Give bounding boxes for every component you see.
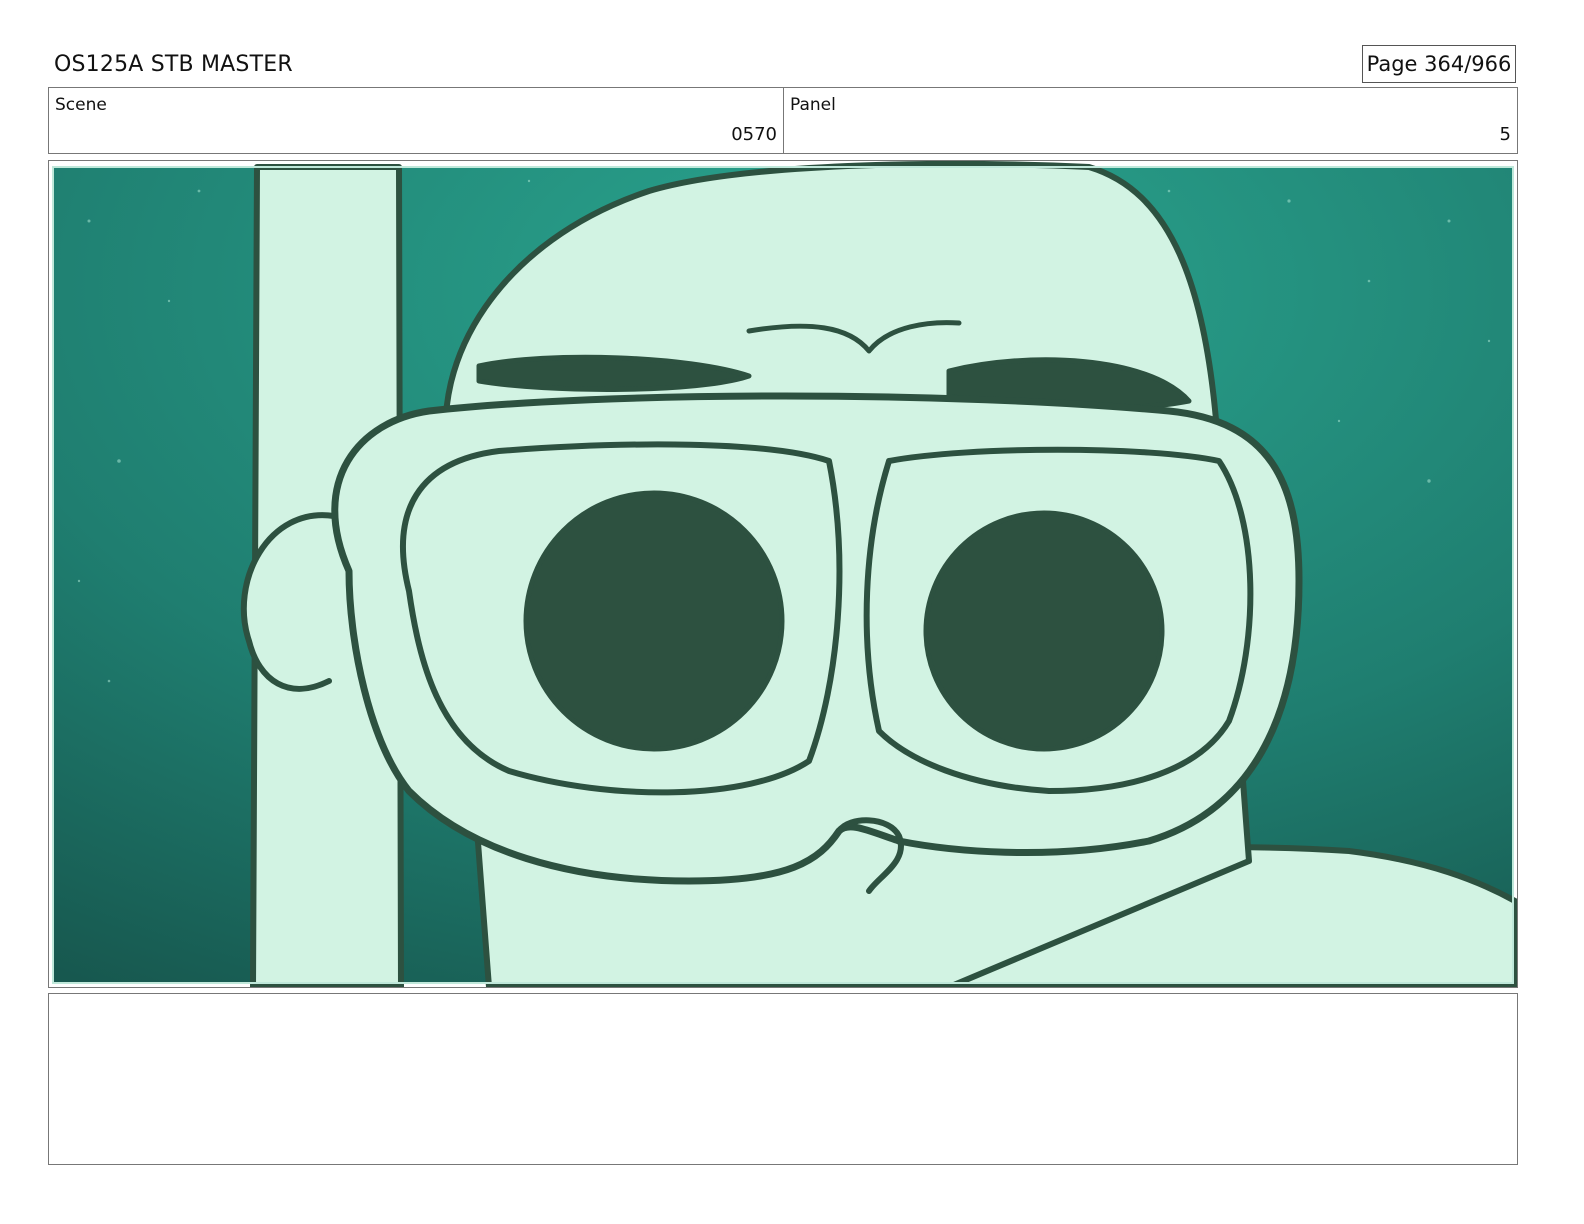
scene-cell: Scene 0570: [49, 88, 784, 153]
right-eye-icon: [923, 510, 1165, 752]
scene-label: Scene: [55, 95, 107, 115]
scene-number: 0570: [731, 124, 777, 145]
panel-number: 5: [1499, 124, 1511, 145]
document-title: OS125A STB MASTER: [54, 52, 293, 77]
page-counter: Page 364/966: [1362, 45, 1516, 83]
panel-cell: Panel 5: [784, 88, 1517, 153]
notes-box: [48, 993, 1518, 1165]
panel-label: Panel: [790, 95, 836, 115]
storyboard-frame: [48, 160, 1518, 988]
goggles: [331, 392, 1303, 894]
left-eye-icon: [523, 490, 785, 752]
scene-panel-info-row: Scene 0570 Panel 5: [48, 87, 1518, 154]
storyboard-sketch-image: [52, 161, 1517, 987]
